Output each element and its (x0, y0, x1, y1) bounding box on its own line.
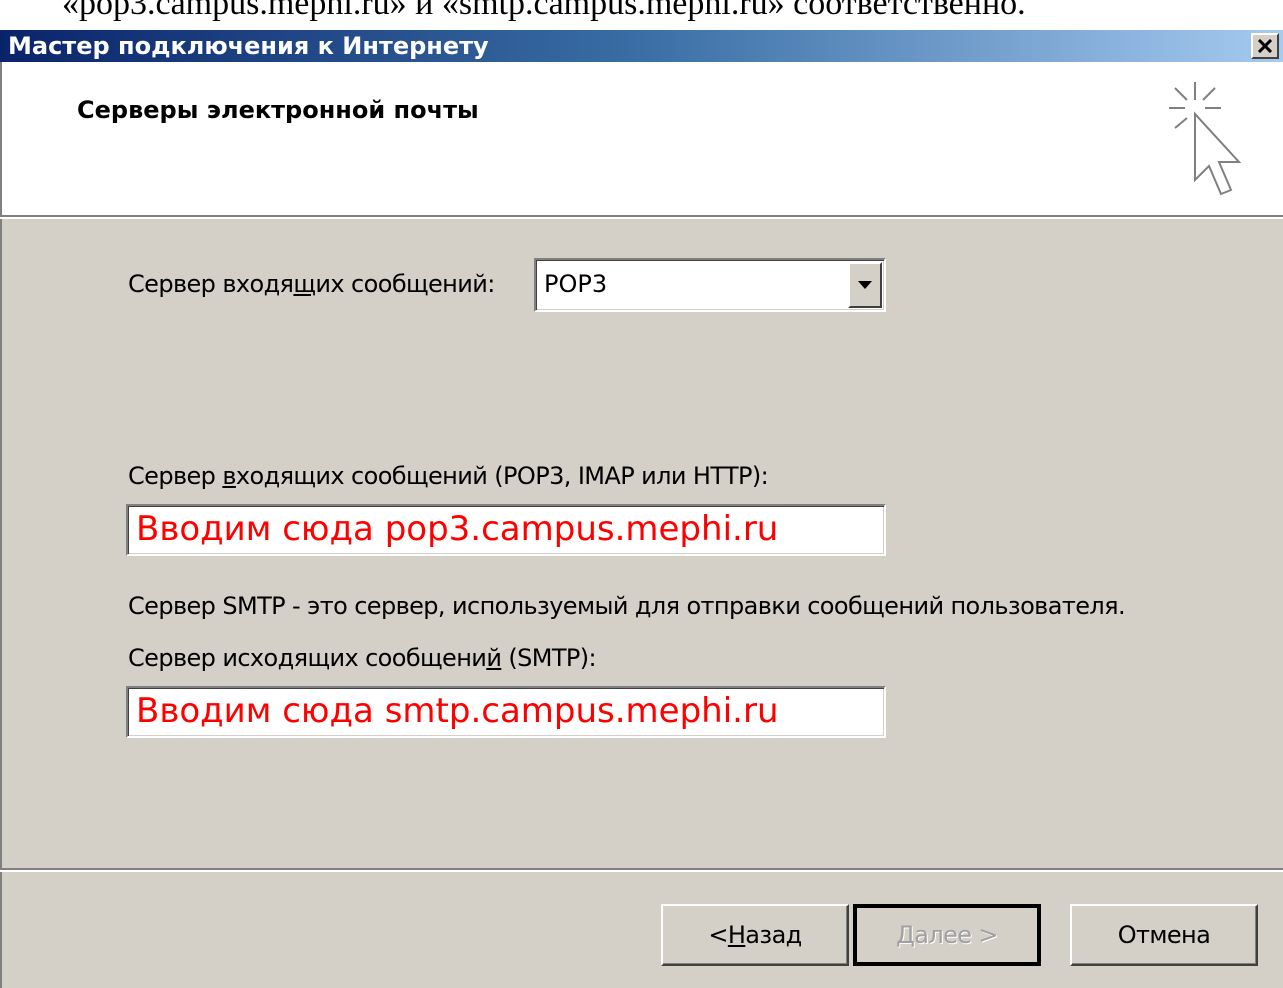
outgoing-server-label: Сервер исходящих сообщений (SMTP): (128, 644, 597, 672)
header-divider (0, 215, 1283, 219)
cancel-button[interactable]: Отмена (1070, 904, 1258, 966)
next-button[interactable]: Далее > (853, 904, 1041, 966)
incoming-server-label: Сервер входящих сообщений (POP3, IMAP ил… (128, 462, 769, 490)
window-title: Мастер подключения к Интернету (8, 32, 489, 60)
incoming-server-type-value: POP3 (544, 270, 608, 298)
incoming-server-input[interactable]: Вводим сюда pop3.campus.mephi.ru (126, 504, 886, 556)
close-icon (1257, 39, 1273, 53)
outgoing-server-input[interactable]: Вводим сюда smtp.campus.mephi.ru (126, 686, 886, 738)
title-bar[interactable]: Мастер подключения к Интернету (0, 30, 1283, 62)
dropdown-button[interactable] (848, 262, 882, 308)
dialog-left-edge (0, 219, 2, 988)
footer-divider (0, 868, 1283, 872)
internet-connection-wizard-dialog: Мастер подключения к Интернету Серверы э… (0, 30, 1283, 988)
page-title: Серверы электронной почты (77, 96, 479, 124)
back-button[interactable]: < Назад (661, 904, 849, 966)
wizard-header: Серверы электронной почты (0, 62, 1283, 215)
wizard-cursor-icon (1169, 82, 1242, 196)
document-caption: «pop3.campus.mephi.ru» и «smtp.campus.me… (62, 0, 1026, 22)
incoming-type-label: Сервер входящих сообщений: (128, 270, 495, 298)
smtp-description: Сервер SMTP - это сервер, используемый д… (128, 592, 1126, 620)
close-button[interactable] (1251, 33, 1279, 59)
incoming-server-type-select[interactable]: POP3 (534, 258, 886, 312)
chevron-down-icon (858, 281, 872, 289)
